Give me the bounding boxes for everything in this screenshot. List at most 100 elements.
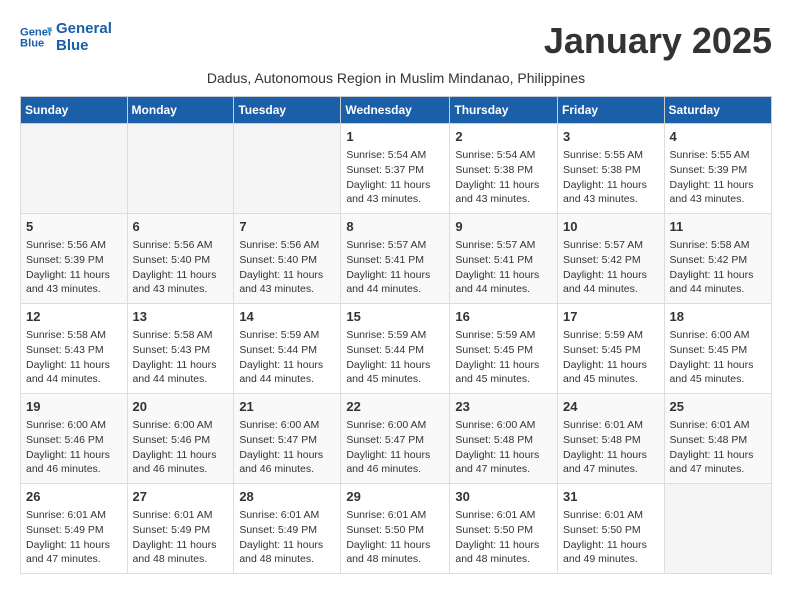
day-info: Sunrise: 6:01 AM Sunset: 5:50 PM Dayligh… (346, 508, 444, 567)
calendar-cell: 10Sunrise: 5:57 AM Sunset: 5:42 PM Dayli… (558, 214, 665, 304)
calendar-cell: 8 Sunrise: 5:57 AM Sunset: 5:41 PM Daylig… (341, 214, 450, 304)
page-header: General Blue General Blue January 2025 (20, 20, 772, 62)
day-info: Sunrise: 6:01 AM Sunset: 5:49 PM Dayligh… (26, 508, 122, 567)
day-number: 28 (239, 488, 335, 506)
day-info: Sunrise: 6:00 AM Sunset: 5:47 PM Dayligh… (239, 418, 335, 477)
weekday-thursday: Thursday (450, 97, 558, 124)
day-number: 15 (346, 308, 444, 326)
day-number: 21 (239, 398, 335, 416)
calendar-table: SundayMondayTuesdayWednesdayThursdayFrid… (20, 96, 772, 574)
calendar-cell: 26 Sunrise: 6:01 AM Sunset: 5:49 PM Dayli… (21, 484, 128, 574)
day-number: 8 (346, 218, 444, 236)
calendar-cell: 19 Sunrise: 6:00 AM Sunset: 5:46 PM Dayli… (21, 394, 128, 484)
day-info: Sunrise: 5:59 AM Sunset: 5:45 PM Dayligh… (455, 328, 552, 387)
calendar-cell: 24Sunrise: 6:01 AM Sunset: 5:48 PM Dayli… (558, 394, 665, 484)
calendar-week-1: 1 Sunrise: 5:54 AM Sunset: 5:37 PM Daylig… (21, 124, 772, 214)
day-number: 23 (455, 398, 552, 416)
day-info: Sunrise: 5:59 AM Sunset: 5:44 PM Dayligh… (239, 328, 335, 387)
calendar-cell: 3 Sunrise: 5:55 AM Sunset: 5:38 PM Daylig… (558, 124, 665, 214)
day-info: Sunrise: 6:01 AM Sunset: 5:50 PM Dayligh… (563, 508, 659, 567)
day-number: 27 (133, 488, 229, 506)
calendar-cell: 23 Sunrise: 6:00 AM Sunset: 5:48 PM Dayli… (450, 394, 558, 484)
weekday-monday: Monday (127, 97, 234, 124)
calendar-cell: 17Sunrise: 5:59 AM Sunset: 5:45 PM Dayli… (558, 304, 665, 394)
calendar-cell (664, 484, 771, 574)
month-title: January 2025 (544, 20, 772, 62)
calendar-week-3: 12 Sunrise: 5:58 AM Sunset: 5:43 PM Dayli… (21, 304, 772, 394)
day-number: 7 (239, 218, 335, 236)
calendar-cell: 4Sunrise: 5:55 AM Sunset: 5:39 PM Daylig… (664, 124, 771, 214)
calendar-week-2: 5 Sunrise: 5:56 AM Sunset: 5:39 PM Daylig… (21, 214, 772, 304)
svg-text:General: General (20, 26, 52, 38)
title-block: January 2025 (544, 20, 772, 62)
day-info: Sunrise: 6:01 AM Sunset: 5:49 PM Dayligh… (239, 508, 335, 567)
day-info: Sunrise: 6:00 AM Sunset: 5:46 PM Dayligh… (26, 418, 122, 477)
day-number: 12 (26, 308, 122, 326)
day-number: 14 (239, 308, 335, 326)
calendar-cell: 15 Sunrise: 5:59 AM Sunset: 5:44 PM Dayli… (341, 304, 450, 394)
calendar-cell (127, 124, 234, 214)
day-number: 5 (26, 218, 122, 236)
calendar-cell: 13 Sunrise: 5:58 AM Sunset: 5:43 PM Dayli… (127, 304, 234, 394)
day-number: 1 (346, 128, 444, 146)
day-info: Sunrise: 5:58 AM Sunset: 5:43 PM Dayligh… (26, 328, 122, 387)
day-info: Sunrise: 5:54 AM Sunset: 5:38 PM Dayligh… (455, 148, 552, 207)
calendar-week-4: 19 Sunrise: 6:00 AM Sunset: 5:46 PM Dayli… (21, 394, 772, 484)
day-number: 4 (670, 128, 766, 146)
logo-general: General (56, 20, 112, 37)
day-number: 19 (26, 398, 122, 416)
calendar-cell: 16Sunrise: 5:59 AM Sunset: 5:45 PM Dayli… (450, 304, 558, 394)
day-info: Sunrise: 5:58 AM Sunset: 5:43 PM Dayligh… (133, 328, 229, 387)
calendar-cell: 2 Sunrise: 5:54 AM Sunset: 5:38 PM Daylig… (450, 124, 558, 214)
weekday-tuesday: Tuesday (234, 97, 341, 124)
day-number: 18 (670, 308, 766, 326)
svg-text:Blue: Blue (20, 38, 44, 50)
day-number: 11 (670, 218, 766, 236)
calendar-cell: 18 Sunrise: 6:00 AM Sunset: 5:45 PM Dayli… (664, 304, 771, 394)
day-number: 29 (346, 488, 444, 506)
calendar-cell: 30Sunrise: 6:01 AM Sunset: 5:50 PM Dayli… (450, 484, 558, 574)
calendar-week-5: 26 Sunrise: 6:01 AM Sunset: 5:49 PM Dayli… (21, 484, 772, 574)
calendar-cell: 27 Sunrise: 6:01 AM Sunset: 5:49 PM Dayli… (127, 484, 234, 574)
day-info: Sunrise: 5:54 AM Sunset: 5:37 PM Dayligh… (346, 148, 444, 207)
calendar-cell: 1 Sunrise: 5:54 AM Sunset: 5:37 PM Daylig… (341, 124, 450, 214)
calendar-body: 1 Sunrise: 5:54 AM Sunset: 5:37 PM Daylig… (21, 124, 772, 574)
day-info: Sunrise: 5:59 AM Sunset: 5:45 PM Dayligh… (563, 328, 659, 387)
day-info: Sunrise: 5:57 AM Sunset: 5:42 PM Dayligh… (563, 238, 659, 297)
calendar-cell: 12 Sunrise: 5:58 AM Sunset: 5:43 PM Dayli… (21, 304, 128, 394)
logo-icon: General Blue (20, 21, 52, 53)
day-info: Sunrise: 6:00 AM Sunset: 5:48 PM Dayligh… (455, 418, 552, 477)
day-info: Sunrise: 5:56 AM Sunset: 5:40 PM Dayligh… (133, 238, 229, 297)
calendar-cell: 5 Sunrise: 5:56 AM Sunset: 5:39 PM Daylig… (21, 214, 128, 304)
day-info: Sunrise: 5:59 AM Sunset: 5:44 PM Dayligh… (346, 328, 444, 387)
day-info: Sunrise: 5:55 AM Sunset: 5:38 PM Dayligh… (563, 148, 659, 207)
logo-blue: Blue (56, 37, 112, 54)
calendar-cell: 25Sunrise: 6:01 AM Sunset: 5:48 PM Dayli… (664, 394, 771, 484)
logo: General Blue General Blue (20, 20, 112, 54)
day-info: Sunrise: 6:01 AM Sunset: 5:49 PM Dayligh… (133, 508, 229, 567)
day-number: 30 (455, 488, 552, 506)
day-number: 9 (455, 218, 552, 236)
day-info: Sunrise: 5:58 AM Sunset: 5:42 PM Dayligh… (670, 238, 766, 297)
calendar-cell (234, 124, 341, 214)
calendar-cell: 29 Sunrise: 6:01 AM Sunset: 5:50 PM Dayli… (341, 484, 450, 574)
day-info: Sunrise: 5:56 AM Sunset: 5:39 PM Dayligh… (26, 238, 122, 297)
calendar-cell: 31 Sunrise: 6:01 AM Sunset: 5:50 PM Dayli… (558, 484, 665, 574)
weekday-sunday: Sunday (21, 97, 128, 124)
day-number: 31 (563, 488, 659, 506)
day-number: 2 (455, 128, 552, 146)
weekday-wednesday: Wednesday (341, 97, 450, 124)
calendar-cell: 22Sunrise: 6:00 AM Sunset: 5:47 PM Dayli… (341, 394, 450, 484)
day-number: 13 (133, 308, 229, 326)
weekday-saturday: Saturday (664, 97, 771, 124)
day-info: Sunrise: 5:57 AM Sunset: 5:41 PM Dayligh… (346, 238, 444, 297)
weekday-friday: Friday (558, 97, 665, 124)
day-info: Sunrise: 6:00 AM Sunset: 5:47 PM Dayligh… (346, 418, 444, 477)
day-number: 26 (26, 488, 122, 506)
calendar-cell: 7Sunrise: 5:56 AM Sunset: 5:40 PM Daylig… (234, 214, 341, 304)
day-number: 6 (133, 218, 229, 236)
day-info: Sunrise: 6:01 AM Sunset: 5:48 PM Dayligh… (670, 418, 766, 477)
calendar-cell: 11 Sunrise: 5:58 AM Sunset: 5:42 PM Dayli… (664, 214, 771, 304)
day-info: Sunrise: 6:00 AM Sunset: 5:45 PM Dayligh… (670, 328, 766, 387)
day-number: 3 (563, 128, 659, 146)
